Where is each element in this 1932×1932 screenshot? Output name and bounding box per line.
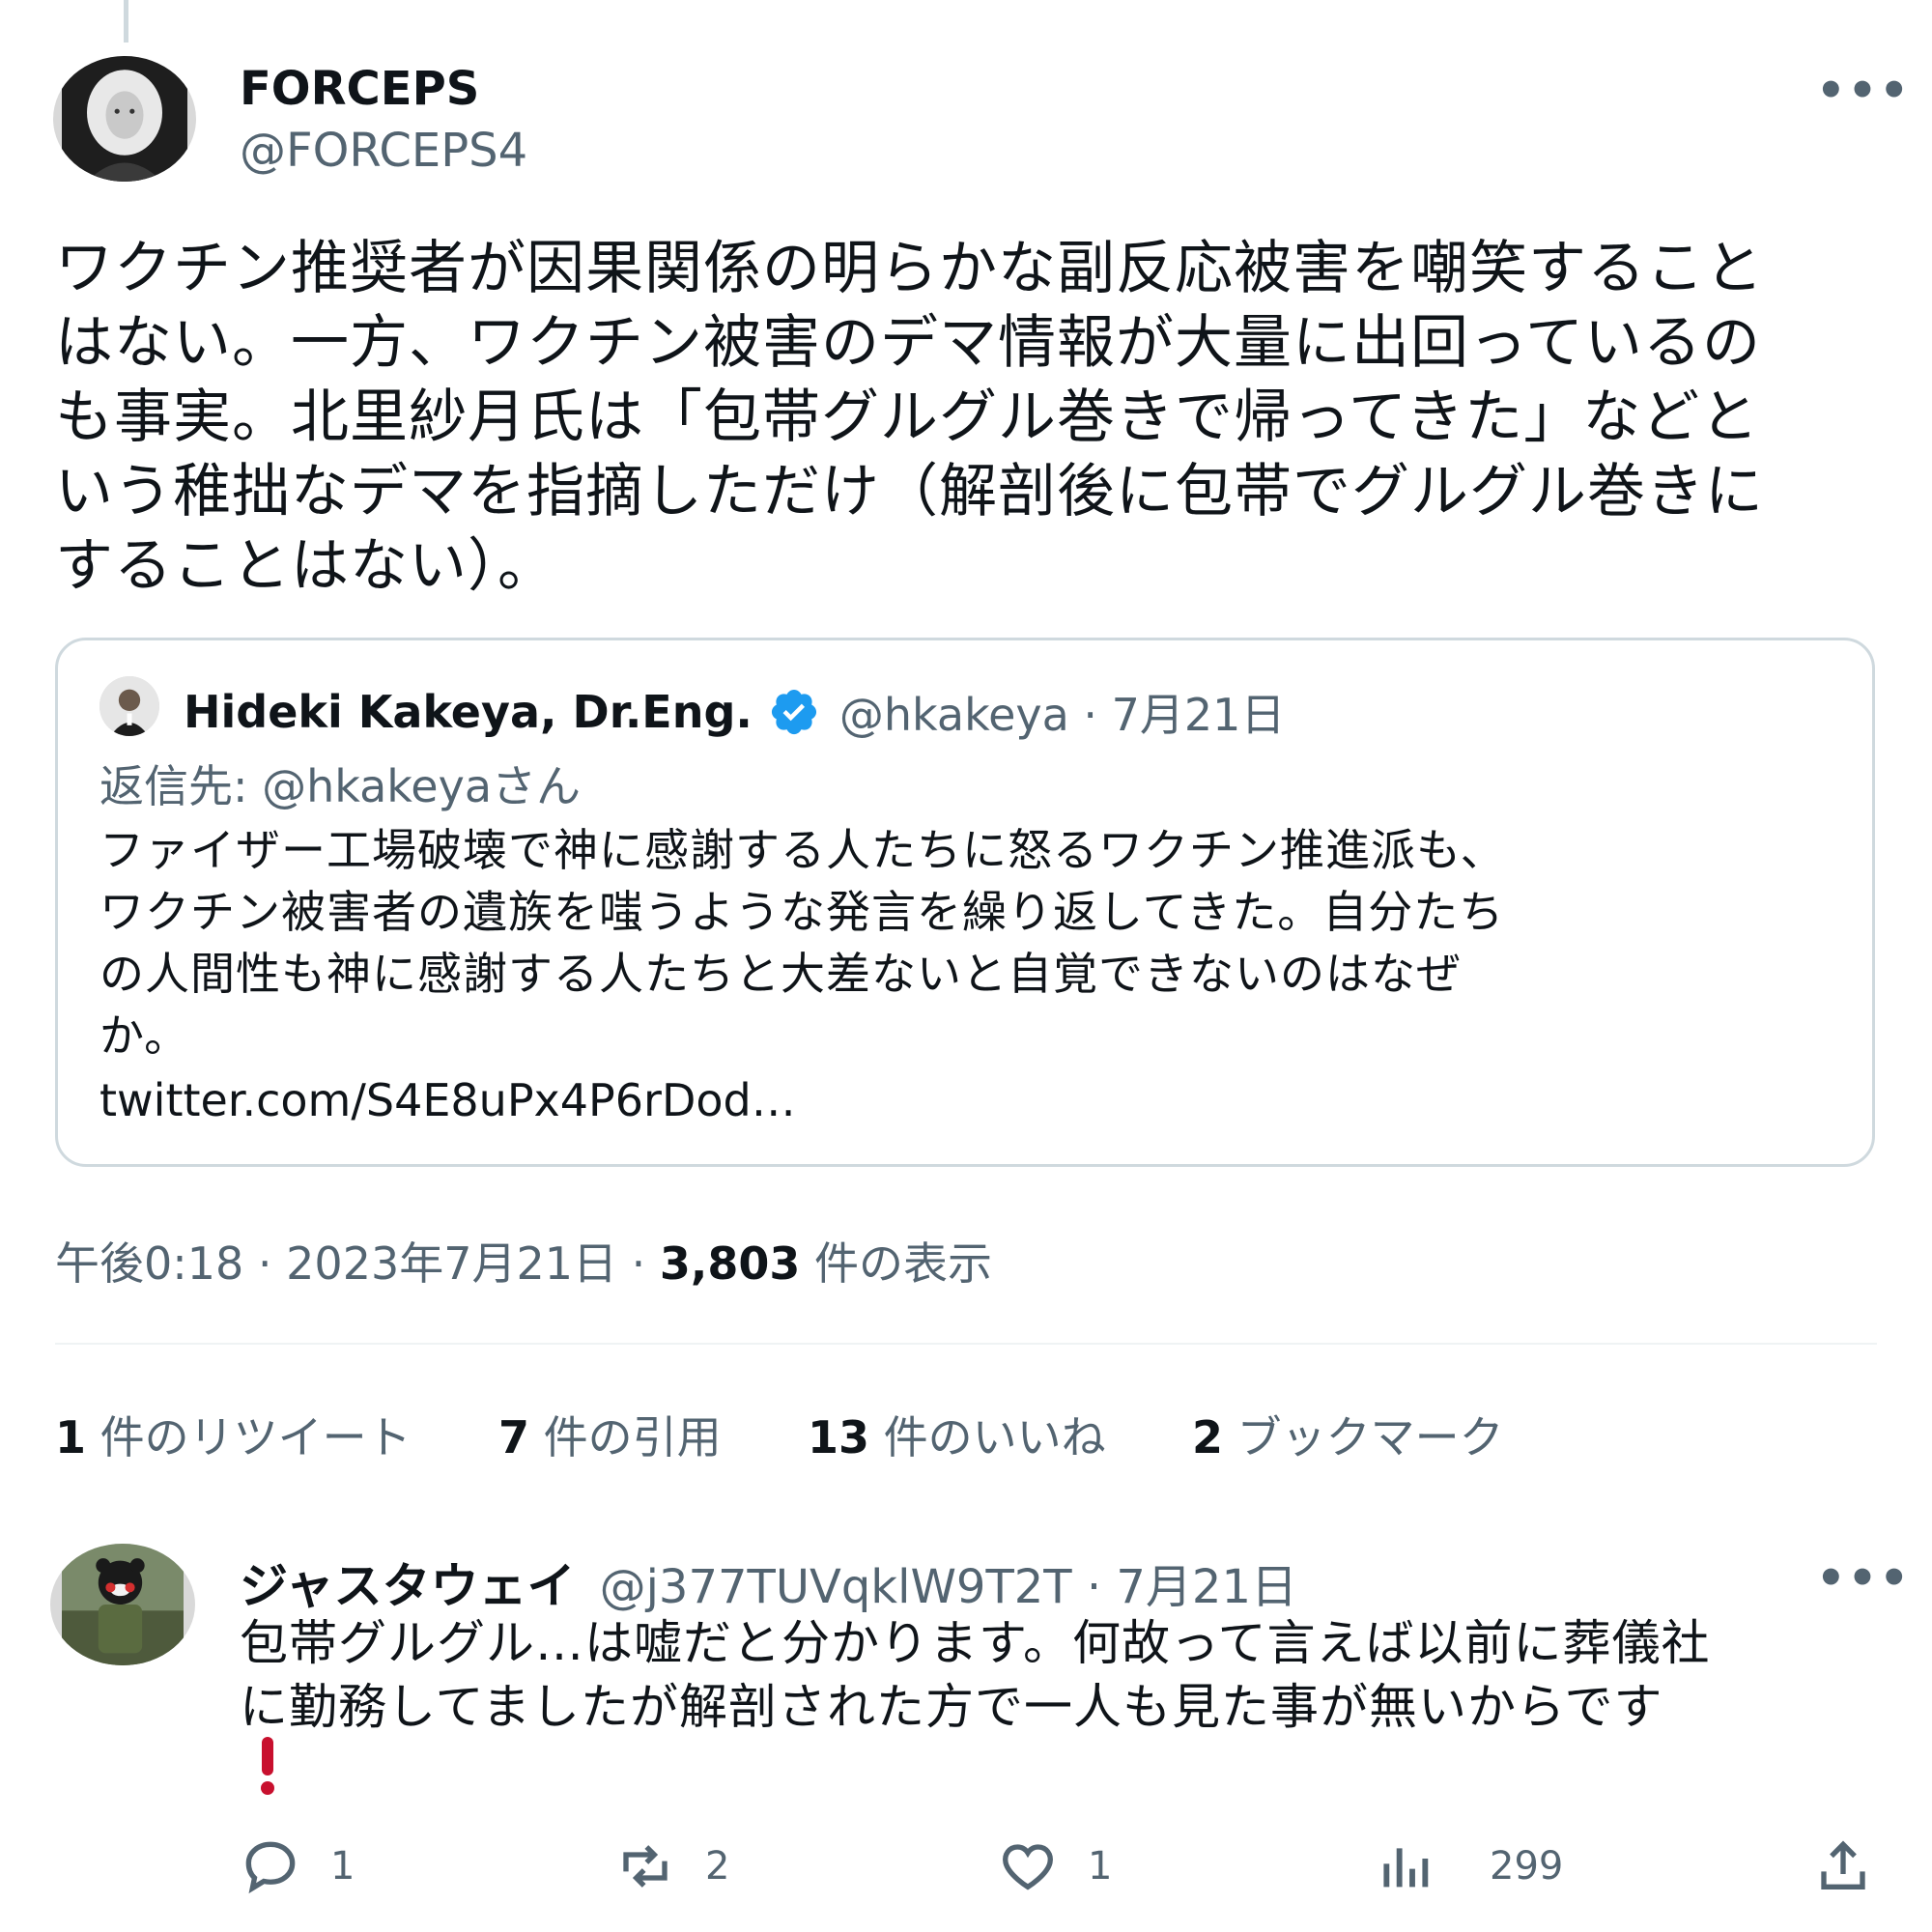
quote-count: 7 <box>498 1411 530 1463</box>
quoted-tweet-body: ファイザー工場破壊で神に感謝する人たちに怒るワクチン推進派も、 ワクチン被害者の… <box>99 819 1506 1066</box>
reply-handle-date[interactable]: @j377TUVqklW9T2T · 7月21日 <box>600 1560 1297 1614</box>
reply-to-label: 返信先: @hkakeyaさん <box>99 760 582 812</box>
portrait-avatar-icon <box>62 56 187 182</box>
retweet-icon <box>623 1845 668 1888</box>
retweet-label: 件のリツイート <box>86 1411 412 1463</box>
quoted-tweet-link[interactable]: twitter.com/S4E8uPx4P6rDod… <box>99 1074 796 1126</box>
quoted-header: Hideki Kakeya, Dr.Eng. @hkakeya · 7月21日 <box>184 680 1285 744</box>
quoted-body-line: ワクチン被害者の遺族を嗤うような発言を繰り返してきた。自分たち <box>99 886 1505 938</box>
quoted-display-name: Hideki Kakeya, Dr.Eng. <box>184 686 753 738</box>
views-count: 3,803 <box>659 1237 801 1290</box>
reply-header: ジャスタウェイ @j377TUVqklW9T2T · 7月21日 <box>240 1548 1297 1617</box>
views-action-button[interactable]: 299 <box>1374 1835 1563 1897</box>
reply-body-line: に勤務してましたが解剖された方で一人も見た事が無いからです <box>240 1679 1663 1735</box>
bookmark-stat[interactable]: 2 ブックマーク <box>1192 1403 1504 1466</box>
share-icon <box>1821 1840 1865 1889</box>
tweet-metadata: 午後0:18 · 2023年7月21日 · 3,803 件の表示 <box>55 1229 992 1293</box>
mascot-avatar-icon <box>62 1544 184 1665</box>
quoted-body-line: の人間性も神に感謝する人たちと大差ないと自覚できないのはなぜ <box>99 948 1462 1000</box>
quote-label: 件の引用 <box>529 1411 722 1463</box>
reply-display-name[interactable]: ジャスタウェイ <box>240 1558 576 1614</box>
verified-badge-icon <box>771 689 816 735</box>
tweet-timestamp[interactable]: 午後0:18 · 2023年7月21日 · <box>55 1237 660 1290</box>
retweet-count: 1 <box>55 1411 87 1463</box>
author-display-name[interactable]: FORCEPS <box>240 62 479 116</box>
forceps-avatar[interactable] <box>53 56 196 182</box>
reply-more-options-button[interactable]: ••• <box>1816 1551 1911 1605</box>
retweet-action-button[interactable]: 2 <box>614 1835 729 1897</box>
like-label: 件のいいね <box>869 1411 1106 1463</box>
retweet-count: 2 <box>705 1844 730 1889</box>
retweet-stat[interactable]: 1 件のリツイート <box>55 1403 412 1466</box>
reply-body: 包帯グルグル…は嘘だと分かります。何故って言えば以前に葬儀社 に勤務してましたが… <box>240 1611 1711 1739</box>
comment-icon <box>245 1841 296 1894</box>
divider <box>55 1343 1877 1345</box>
tweet-body-line: ワクチン推奨者が因果関係の明らかな副反応被害を嘲笑すること <box>55 235 1764 302</box>
more-options-button[interactable]: ••• <box>1816 64 1911 118</box>
heart-icon <box>1003 1844 1053 1890</box>
person-avatar-icon <box>99 676 159 736</box>
quoted-handle-date: @hkakeya · 7月21日 <box>838 689 1286 741</box>
views-count-reply: 299 <box>1490 1844 1564 1889</box>
quoted-body-line: か。 <box>99 1009 190 1062</box>
thread-connector-line <box>124 0 128 43</box>
reply-action-button[interactable]: 1 <box>240 1835 355 1897</box>
quote-stat[interactable]: 7 件の引用 <box>498 1403 722 1466</box>
views-chart-icon <box>1383 1848 1429 1888</box>
author-handle[interactable]: @FORCEPS4 <box>240 124 527 178</box>
views-label: 件の表示 <box>800 1237 993 1290</box>
tweet-body: ワクチン推奨者が因果関係の明らかな副反応被害を嘲笑すること はない。一方、ワクチ… <box>55 232 1764 604</box>
like-count: 1 <box>1088 1844 1113 1889</box>
like-stat[interactable]: 13 件のいいね <box>808 1403 1106 1466</box>
bookmark-label: ブックマーク <box>1223 1411 1504 1463</box>
tweet-body-line: することはない）。 <box>55 532 556 600</box>
share-action-button[interactable] <box>1812 1835 1874 1897</box>
reply-count: 1 <box>330 1844 355 1889</box>
reply-body-line: 包帯グルグル…は嘘だと分かります。何故って言えば以前に葬儀社 <box>240 1615 1711 1671</box>
tweet-body-line: はない。一方、ワクチン被害のデマ情報が大量に出回っているの <box>55 309 1761 377</box>
like-action-button[interactable]: 1 <box>997 1835 1112 1897</box>
exclamation-icon <box>257 1737 278 1797</box>
quoted-body-line: ファイザー工場破壊で神に感謝する人たちに怒るワクチン推進派も、 <box>99 824 1506 876</box>
tweet-body-line: も事実。北里紗月氏は「包帯グルグル巻きで帰ってきた」などと <box>55 384 1760 451</box>
bookmark-count: 2 <box>1192 1411 1224 1463</box>
like-count: 13 <box>808 1411 870 1463</box>
reply-author-avatar[interactable] <box>50 1544 195 1665</box>
quoted-author-avatar <box>99 676 159 736</box>
tweet-body-line: いう稚拙なデマを指摘しただけ（解剖後に包帯でグルグル巻きに <box>55 458 1764 526</box>
